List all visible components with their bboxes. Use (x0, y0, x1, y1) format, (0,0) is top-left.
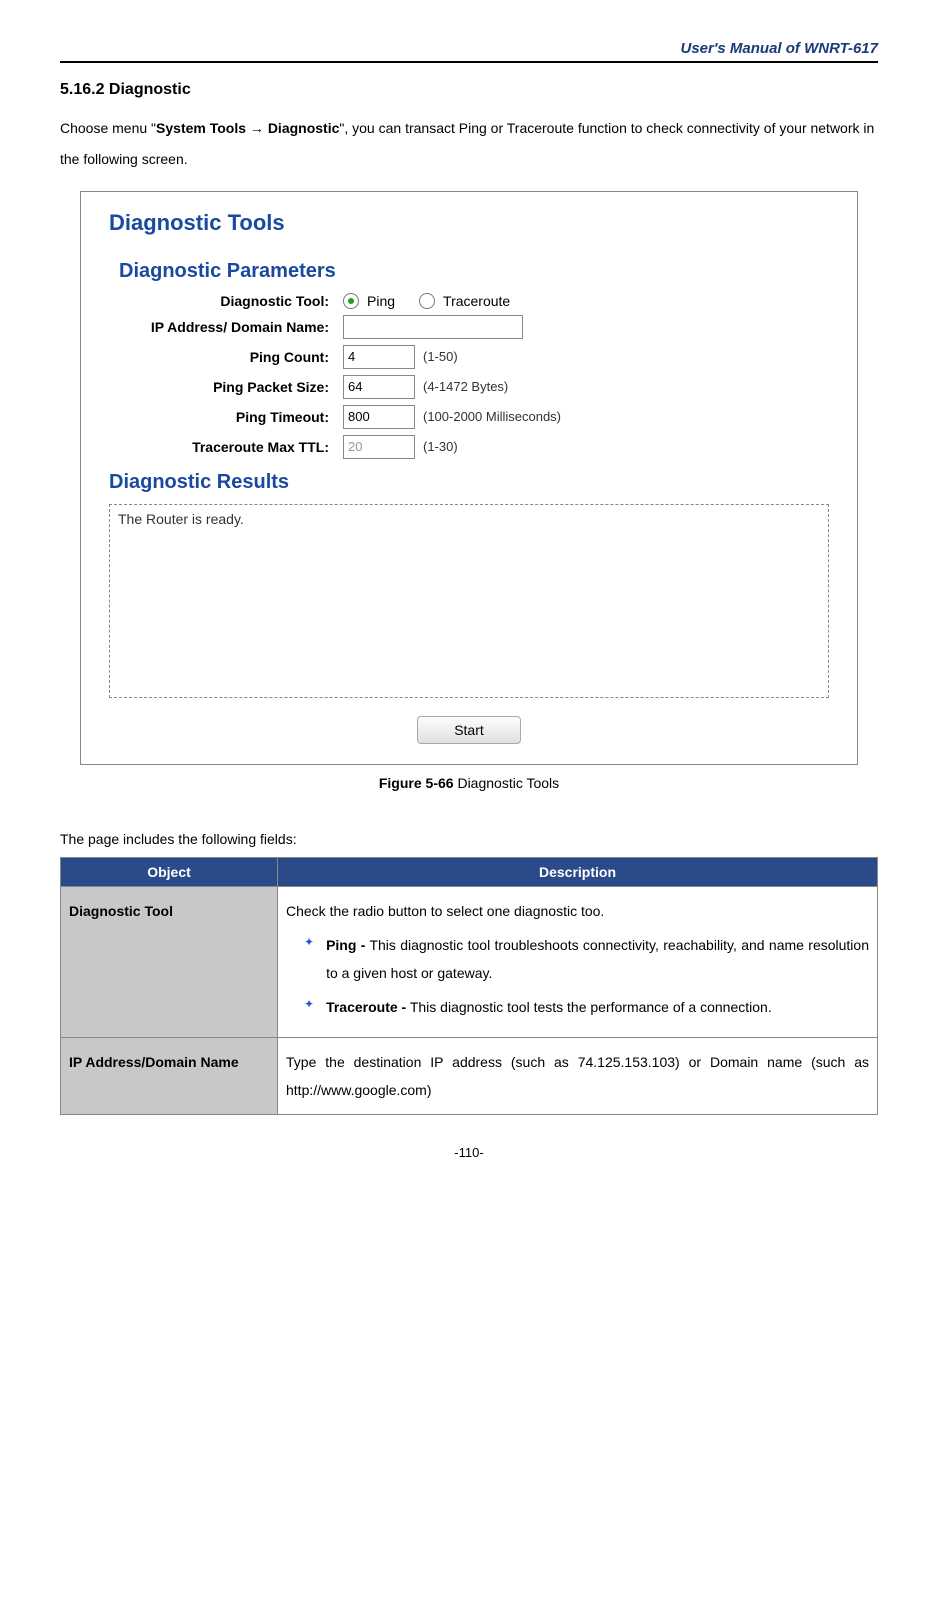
radio-ping[interactable] (343, 293, 359, 309)
row-ip-address: IP Address/ Domain Name: (109, 315, 829, 339)
fields-intro: The page includes the following fields: (60, 831, 878, 847)
label-ping-count: Ping Count: (109, 349, 343, 365)
cell-desc-diagnostic-tool: Check the radio button to select one dia… (278, 886, 878, 1037)
label-ping-timeout: Ping Timeout: (109, 409, 343, 425)
bullet-traceroute-rest: This diagnostic tool tests the performan… (406, 999, 772, 1015)
input-ip-address[interactable] (343, 315, 523, 339)
row-traceroute-ttl: Traceroute Max TTL: (1-30) (109, 435, 829, 459)
label-ip-address: IP Address/ Domain Name: (109, 319, 343, 335)
row-ping-timeout: Ping Timeout: (100-2000 Milliseconds) (109, 405, 829, 429)
cell-desc-ip-domain: Type the destination IP address (such as… (278, 1037, 878, 1114)
intro-arrow: → (246, 120, 268, 136)
th-description: Description (278, 857, 878, 886)
input-ping-timeout[interactable] (343, 405, 415, 429)
radio-traceroute[interactable] (419, 293, 435, 309)
results-text: The Router is ready. (118, 511, 244, 527)
manual-header-title: User's Manual of WNRT-617 (60, 40, 878, 57)
table-row: Diagnostic Tool Check the radio button t… (61, 886, 878, 1037)
desc-intro-text: Check the radio button to select one dia… (286, 897, 869, 925)
label-ping-packet-size: Ping Packet Size: (109, 379, 343, 395)
hint-ping-count: (1-50) (423, 349, 458, 364)
intro-bold-2: Diagnostic (268, 120, 340, 136)
intro-paragraph: Choose menu "System Tools → Diagnostic",… (60, 113, 878, 175)
bullet-icon: ✦ (304, 931, 314, 954)
label-traceroute-ttl: Traceroute Max TTL: (109, 439, 343, 455)
row-ping-count: Ping Count: (1-50) (109, 345, 829, 369)
input-ping-packet-size[interactable] (343, 375, 415, 399)
diagnostic-screenshot: Diagnostic Tools Diagnostic Parameters D… (80, 191, 858, 765)
bullet-traceroute: ✦ Traceroute - This diagnostic tool test… (304, 993, 869, 1021)
table-row: IP Address/Domain Name Type the destinat… (61, 1037, 878, 1114)
section-heading: 5.16.2 Diagnostic (60, 81, 878, 99)
bullet-traceroute-bold: Traceroute - (326, 999, 406, 1015)
input-traceroute-ttl[interactable] (343, 435, 415, 459)
bullet-icon: ✦ (304, 993, 314, 1016)
cell-object-ip-domain: IP Address/Domain Name (61, 1037, 278, 1114)
bullet-ping: ✦ Ping - This diagnostic tool troublesho… (304, 931, 869, 987)
parameters-subtitle: Diagnostic Parameters (119, 260, 829, 283)
cell-object-diagnostic-tool: Diagnostic Tool (61, 886, 278, 1037)
hint-ping-timeout: (100-2000 Milliseconds) (423, 409, 561, 424)
row-ping-packet-size: Ping Packet Size: (4-1472 Bytes) (109, 375, 829, 399)
bullet-ping-bold: Ping - (326, 937, 365, 953)
fields-table: Object Description Diagnostic Tool Check… (60, 857, 878, 1115)
hint-traceroute-ttl: (1-30) (423, 439, 458, 454)
screenshot-title: Diagnostic Tools (109, 210, 829, 236)
figure-caption: Figure 5-66 Diagnostic Tools (60, 775, 878, 791)
header-rule (60, 61, 878, 63)
page-number: -110- (60, 1145, 878, 1160)
hint-ping-packet-size: (4-1472 Bytes) (423, 379, 508, 394)
results-subtitle: Diagnostic Results (109, 471, 829, 494)
input-ping-count[interactable] (343, 345, 415, 369)
figure-caption-text: Diagnostic Tools (454, 775, 560, 791)
radio-traceroute-label: Traceroute (443, 293, 510, 309)
figure-label: Figure 5-66 (379, 775, 454, 791)
intro-bold-1: System Tools (156, 120, 246, 136)
row-diagnostic-tool: Diagnostic Tool: Ping Traceroute (109, 293, 829, 309)
results-box: The Router is ready. (109, 504, 829, 698)
start-button[interactable]: Start (417, 716, 521, 744)
label-diagnostic-tool: Diagnostic Tool: (109, 293, 343, 309)
bullet-ping-rest: This diagnostic tool troubleshoots conne… (326, 937, 869, 981)
th-object: Object (61, 857, 278, 886)
radio-ping-label: Ping (367, 293, 395, 309)
intro-pre: Choose menu " (60, 120, 156, 136)
